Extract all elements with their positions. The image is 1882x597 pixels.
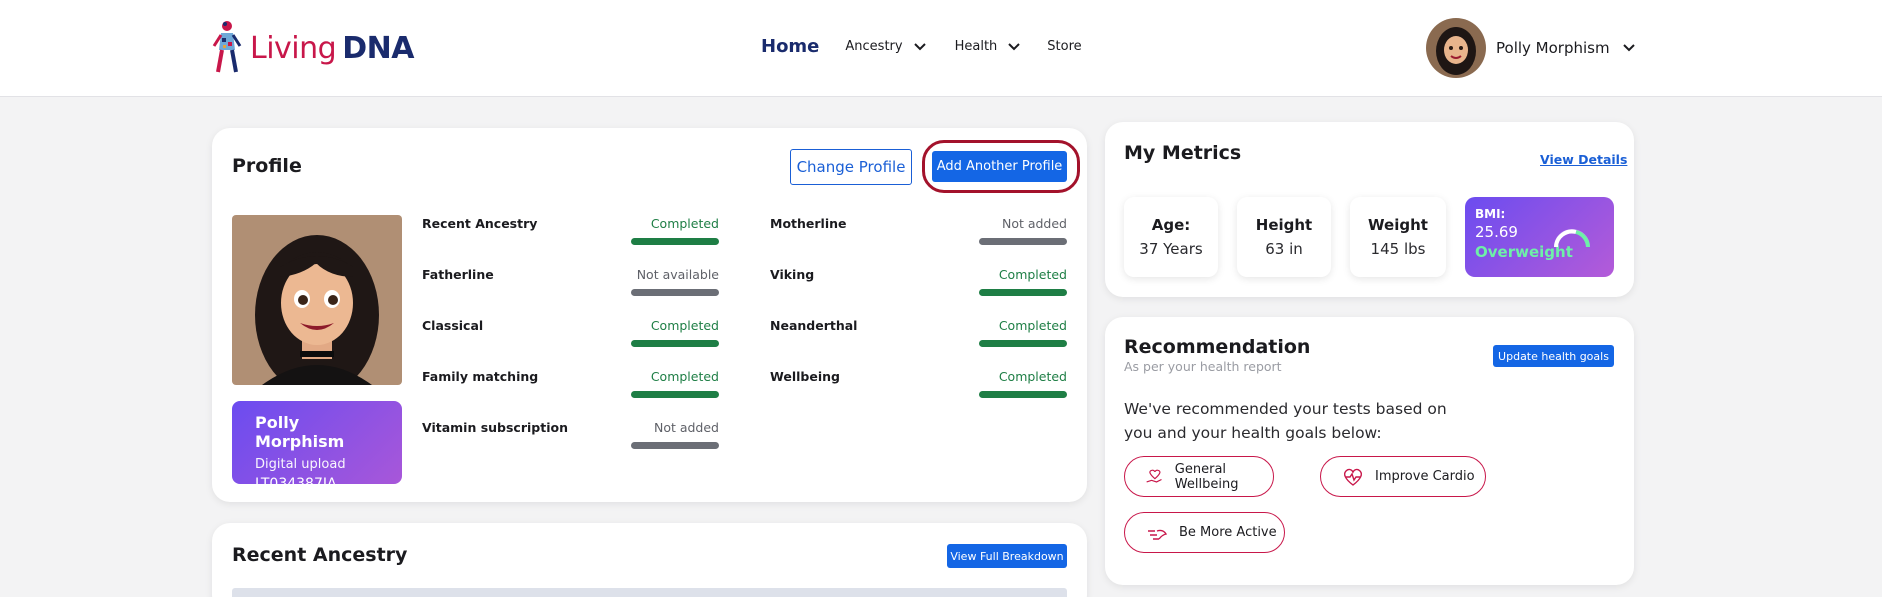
brand-living-text: Living bbox=[250, 30, 337, 66]
status-bar-viking bbox=[979, 289, 1067, 296]
change-profile-button[interactable]: Change Profile bbox=[790, 149, 912, 185]
status-label-classical[interactable]: Classical bbox=[422, 318, 483, 333]
heart-hand-icon bbox=[1146, 469, 1162, 483]
status-value-family-matching: Completed bbox=[650, 369, 719, 384]
view-full-breakdown-button[interactable]: View Full Breakdown bbox=[947, 544, 1067, 568]
bmi-gauge-icon bbox=[1554, 229, 1590, 248]
weight-label: Weight bbox=[1368, 216, 1428, 234]
status-label-fatherline[interactable]: Fatherline bbox=[422, 267, 494, 282]
height-label: Height bbox=[1255, 216, 1313, 234]
status-value-motherline: Not added bbox=[1001, 216, 1067, 231]
living-dna-logo[interactable]: Living DNA bbox=[208, 18, 414, 78]
nav-ancestry[interactable]: Ancestry bbox=[845, 39, 926, 54]
profile-upload-type: Digital upload bbox=[255, 457, 346, 472]
nav-health[interactable]: Health bbox=[955, 39, 1022, 54]
chevron-down-icon bbox=[913, 42, 926, 50]
runner-icon bbox=[1148, 529, 1168, 540]
profile-id-card: Polly Morphism Digital upload LT034387IA bbox=[232, 401, 402, 492]
bmi-label: BMI: bbox=[1475, 207, 1506, 221]
heartbeat-icon bbox=[1344, 468, 1362, 486]
status-value-fatherline: Not available bbox=[636, 267, 719, 282]
status-bar-motherline bbox=[979, 238, 1067, 245]
status-label-vitamin-subscription[interactable]: Vitamin subscription bbox=[422, 420, 568, 435]
recommendation-subtitle: As per your health report bbox=[1124, 359, 1282, 374]
goal-be-more-active[interactable]: Be More Active bbox=[1124, 512, 1285, 553]
age-label: Age: bbox=[1151, 216, 1191, 234]
chevron-down-icon bbox=[1622, 44, 1635, 52]
ancestry-map bbox=[232, 588, 1067, 597]
recommendation-text: We've recommended your tests based on yo… bbox=[1124, 400, 1447, 442]
my-metrics-title: My Metrics bbox=[1124, 142, 1242, 164]
nav-home[interactable]: Home bbox=[761, 36, 819, 57]
goal-label: Improve Cardio bbox=[1375, 469, 1475, 484]
metric-weight: Weight 145 lbs bbox=[1350, 197, 1446, 277]
status-bar-vitamin-subscription bbox=[631, 442, 719, 449]
status-label-wellbeing[interactable]: Wellbeing bbox=[770, 369, 840, 384]
status-value-wellbeing: Completed bbox=[998, 369, 1067, 384]
status-bar-family-matching bbox=[631, 391, 719, 398]
profile-name: Polly Morphism bbox=[255, 413, 345, 451]
profile-photo bbox=[232, 215, 402, 385]
avatar bbox=[1426, 18, 1486, 78]
status-bar-recent-ancestry bbox=[631, 238, 719, 245]
status-bar-neanderthal bbox=[979, 340, 1067, 347]
nav-store[interactable]: Store bbox=[1047, 39, 1081, 54]
add-another-profile-button[interactable]: Add Another Profile bbox=[932, 151, 1067, 182]
status-label-neanderthal[interactable]: Neanderthal bbox=[770, 318, 857, 333]
weight-value: 145 lbs bbox=[1370, 240, 1426, 258]
status-value-neanderthal: Completed bbox=[998, 318, 1067, 333]
user-menu[interactable]: Polly Morphism bbox=[1426, 18, 1636, 78]
brand-dna-text: DNA bbox=[342, 30, 414, 66]
height-value: 63 in bbox=[1265, 240, 1303, 258]
status-label-viking[interactable]: Viking bbox=[770, 267, 814, 282]
recommendation-title: Recommendation bbox=[1124, 336, 1311, 358]
status-value-recent-ancestry: Completed bbox=[650, 216, 719, 231]
status-value-viking: Completed bbox=[998, 267, 1067, 282]
user-name: Polly Morphism bbox=[1496, 39, 1610, 57]
status-label-motherline[interactable]: Motherline bbox=[770, 216, 847, 231]
goal-label: General Wellbeing bbox=[1174, 461, 1239, 492]
metric-age: Age: 37 Years bbox=[1124, 197, 1218, 277]
status-label-family-matching[interactable]: Family matching bbox=[422, 369, 538, 384]
dna-figure-icon bbox=[212, 21, 242, 73]
status-label-recent-ancestry[interactable]: Recent Ancestry bbox=[422, 216, 537, 231]
status-value-classical: Completed bbox=[650, 318, 719, 333]
chevron-down-icon bbox=[1008, 42, 1021, 50]
main-nav: Home Ancestry Health Store bbox=[761, 36, 1082, 57]
recent-ancestry-title: Recent Ancestry bbox=[232, 544, 408, 566]
goal-improve-cardio[interactable]: Improve Cardio bbox=[1320, 456, 1486, 497]
status-bar-fatherline bbox=[631, 289, 719, 296]
goal-label: Be More Active bbox=[1179, 525, 1277, 540]
goal-general-wellbeing[interactable]: General Wellbeing bbox=[1124, 456, 1274, 497]
top-navigation-bar: Living DNA Home Ancestry Health Store Po… bbox=[0, 0, 1882, 97]
status-value-vitamin-subscription: Not added bbox=[653, 420, 719, 435]
update-health-goals-button[interactable]: Update health goals bbox=[1493, 345, 1614, 367]
status-bar-wellbeing bbox=[979, 391, 1067, 398]
metric-bmi: BMI: 25.69 Overweight bbox=[1465, 197, 1614, 277]
status-bar-classical bbox=[631, 340, 719, 347]
nav-ancestry-label: Ancestry bbox=[845, 39, 903, 54]
profile-kit-id: LT034387IA bbox=[255, 476, 337, 492]
nav-health-label: Health bbox=[954, 39, 998, 54]
view-details-link[interactable]: View Details bbox=[1540, 152, 1627, 167]
metric-height: Height 63 in bbox=[1237, 197, 1331, 277]
profile-title: Profile bbox=[232, 155, 302, 177]
age-value: 37 Years bbox=[1139, 240, 1203, 258]
